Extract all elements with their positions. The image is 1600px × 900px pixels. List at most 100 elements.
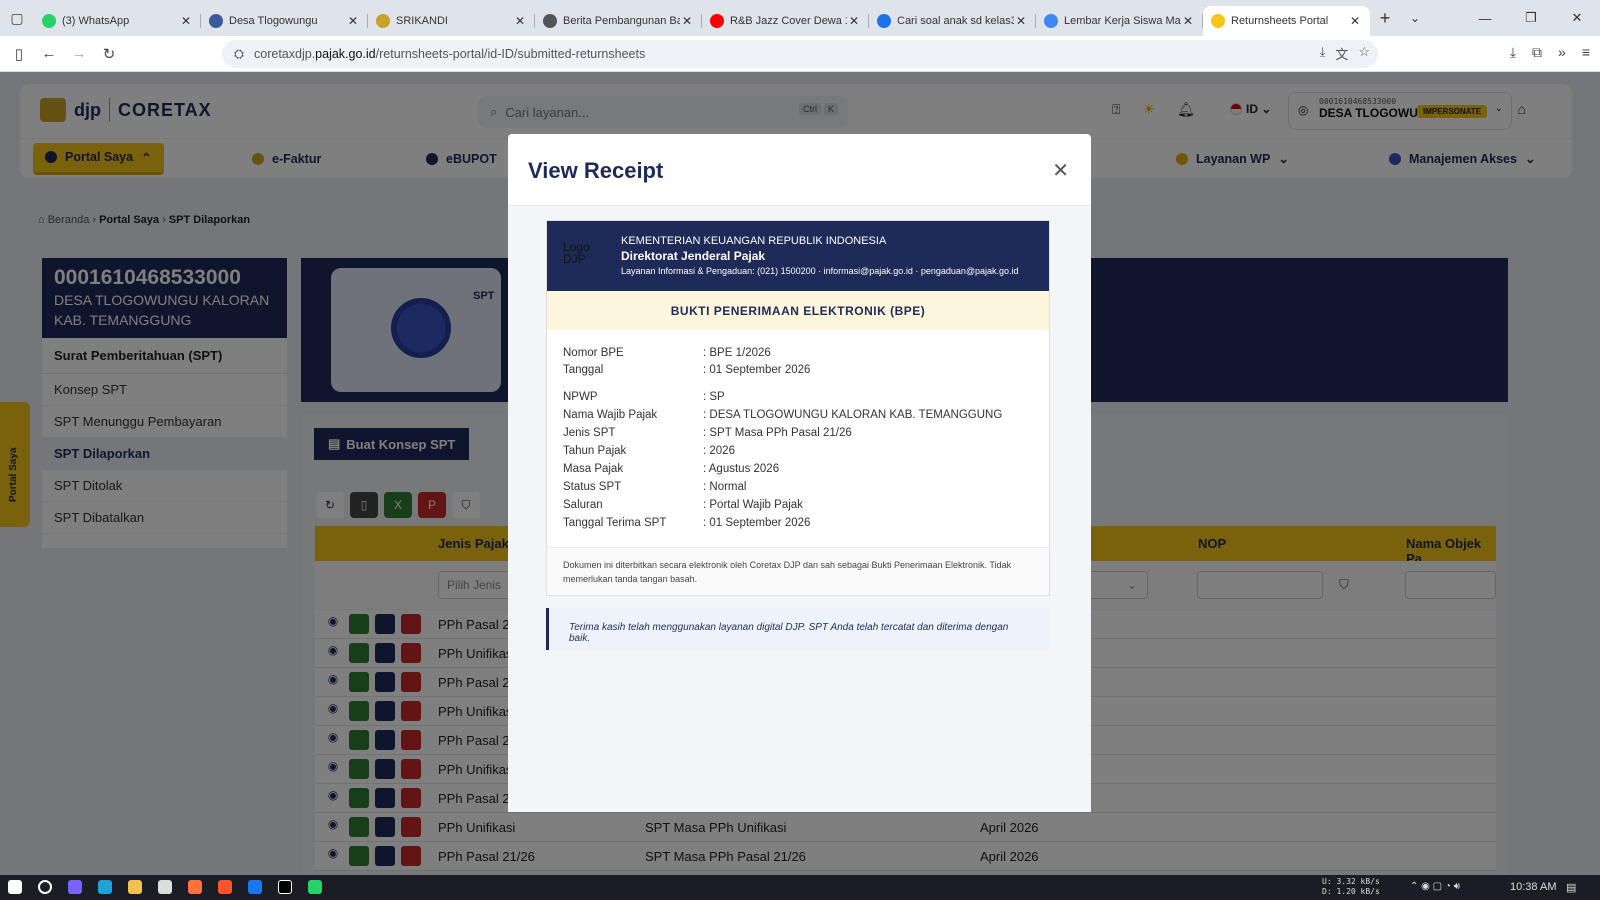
tab-favicon-icon — [710, 14, 724, 28]
address-bar-row: ▯ ← → ↻ ⛭ coretaxdjp. pajak.go.id/returns… — [0, 36, 1600, 72]
ministry-name: KEMENTERIAN KEUANGAN REPUBLIK INDONESIA — [621, 235, 887, 247]
field-value-text: SP — [709, 391, 725, 403]
install-icon[interactable]: ⤓ — [1320, 44, 1326, 63]
copilot-icon[interactable] — [68, 880, 82, 894]
field-value-text: Portal Wajib Pajak — [709, 499, 803, 511]
field-value-text: 01 September 2026 — [709, 517, 811, 529]
file-explorer-icon[interactable] — [128, 880, 142, 894]
reload-icon[interactable]: ↻ — [94, 45, 124, 63]
tab-close-icon[interactable]: ✕ — [1348, 14, 1362, 28]
bookmark-star-icon[interactable]: ☆ — [1358, 44, 1370, 63]
network-speed: U: 3.32 kB/s D: 1.20 kB/s — [1322, 877, 1380, 897]
field-value: : 2026 — [703, 445, 735, 457]
forward-icon[interactable]: → — [64, 45, 94, 62]
browser-tab-bar: ▢ (3) WhatsApp ✕ Desa Tlogowungu ✕ SRIKANDI ✕… — [0, 0, 1600, 36]
browser-tab[interactable]: SRIKANDI ✕ — [368, 6, 535, 36]
field-value: : 01 September 2026 — [703, 517, 811, 529]
field-value-text: 2026 — [709, 445, 735, 457]
receipt-note: Dokumen ini diterbitkan secara elektroni… — [547, 547, 1049, 595]
field-label: Nama Wajib Pajak — [563, 409, 658, 421]
field-label: Jenis SPT — [563, 427, 616, 439]
sidebar-icon[interactable]: ▯ — [4, 45, 34, 63]
translate-icon[interactable]: 文 — [1335, 44, 1348, 63]
tab-close-icon[interactable]: ✕ — [847, 14, 861, 28]
receipt-card: Logo DJP KEMENTERIAN KEUANGAN REPUBLIK I… — [546, 220, 1050, 596]
whatsapp-icon[interactable] — [308, 880, 322, 894]
tab-close-icon[interactable]: ✕ — [1181, 14, 1195, 28]
field-label: Tanggal — [563, 364, 604, 376]
field-value: : SP — [703, 391, 725, 403]
tray-icons[interactable]: ⌃ ◉ ▢ ◔ 🔊︎ — [1410, 881, 1460, 892]
downloads-icon[interactable]: ⤓ — [1510, 44, 1516, 61]
close-icon[interactable]: ✕ — [1052, 158, 1069, 183]
browser-tab[interactable]: R&B Jazz Cover Dewa 19 ✕ — [702, 6, 869, 36]
net-down: D: 1.20 kB/s — [1322, 887, 1380, 896]
tab-favicon-icon — [1211, 14, 1225, 28]
firefox-icon[interactable] — [188, 880, 202, 894]
search-icon[interactable] — [38, 880, 52, 894]
tab-title: R&B Jazz Cover Dewa 19 — [730, 15, 847, 27]
field-value-text: Normal — [709, 481, 747, 493]
windows-start-icon[interactable] — [8, 880, 22, 894]
tab-title: SRIKANDI — [396, 15, 448, 27]
edge-icon[interactable] — [98, 880, 112, 894]
contact-info: Layanan Informasi & Pengaduan: (021) 150… — [621, 266, 1019, 276]
tab-search-button[interactable]: ⌄ — [1400, 11, 1430, 25]
browser-tab[interactable]: Lembar Kerja Siswa Matem✕ — [1036, 6, 1203, 36]
clock[interactable]: 10:38 AM — [1510, 881, 1556, 893]
field-value: : Agustus 2026 — [703, 463, 780, 475]
window-controls: — ❐ ✕ — [1462, 0, 1600, 36]
field-label: Nomor BPE — [563, 347, 624, 359]
tab-favicon-icon — [543, 14, 557, 28]
field-label: NPWP — [563, 391, 598, 403]
more-tools-icon[interactable]: » — [1558, 44, 1566, 61]
tab-title: Desa Tlogowungu — [229, 15, 318, 27]
browser-tab[interactable]: Cari soal anak sd kelas3 - C✕ — [869, 6, 1036, 36]
tab-title: Returnsheets Portal — [1231, 15, 1329, 27]
directorate-name: Direktorat Jenderal Pajak — [621, 249, 766, 263]
tab-close-icon[interactable]: ✕ — [513, 14, 527, 28]
tab-close-icon[interactable]: ✕ — [179, 14, 193, 28]
browser-tab[interactable]: Returnsheets Portal ✕ — [1203, 6, 1370, 36]
tab-favicon-icon — [1044, 14, 1058, 28]
field-value-text: BPE 1/2026 — [709, 347, 771, 359]
tab-close-icon[interactable]: ✕ — [680, 14, 694, 28]
browser-tab[interactable]: Desa Tlogowungu ✕ — [201, 6, 368, 36]
tab-favicon-icon — [376, 14, 390, 28]
tab-favicon-icon — [209, 14, 223, 28]
tab-title: Berita Pembangunan Bak Air — [563, 15, 680, 27]
browser-tab[interactable]: (3) WhatsApp ✕ — [34, 6, 201, 36]
tab-favicon-icon — [877, 14, 891, 28]
tab-close-icon[interactable]: ✕ — [1014, 14, 1028, 28]
facebook-icon[interactable] — [248, 880, 262, 894]
store-icon[interactable] — [158, 880, 172, 894]
extensions-icon[interactable]: ⧉ — [1532, 44, 1542, 61]
url-prefix: coretaxdjp. — [254, 47, 316, 61]
url-path: /returnsheets-portal/id-ID/submitted-ret… — [375, 47, 646, 61]
field-value-text: DESA TLOGOWUNGU KALORAN KAB. TEMANGGUNG — [709, 409, 1003, 421]
field-label: Saluran — [563, 499, 603, 511]
restore-icon[interactable]: ❐ — [1508, 0, 1554, 36]
tab-title: Cari soal anak sd kelas3 - C — [897, 15, 1014, 27]
view-receipt-modal: View Receipt ✕ Logo DJP KEMENTERIAN KEUA… — [508, 134, 1091, 812]
field-label: Status SPT — [563, 481, 622, 493]
url-field[interactable]: ⛭ coretaxdjp. pajak.go.id/returnsheets-po… — [222, 40, 1378, 68]
brave-icon[interactable] — [218, 880, 232, 894]
back-icon[interactable]: ← — [34, 45, 64, 62]
site-info-icon[interactable]: ⛭ — [234, 47, 244, 62]
field-value: : 01 September 2026 — [703, 364, 811, 376]
url-domain: pajak.go.id — [315, 47, 376, 61]
field-value: : SPT Masa PPh Pasal 21/26 — [703, 427, 852, 439]
tab-actions-icon[interactable]: ▢ — [0, 0, 34, 36]
tab-title: Lembar Kerja Siswa Matem — [1064, 15, 1181, 27]
field-value: : Normal — [703, 481, 747, 493]
minimize-icon[interactable]: — — [1462, 0, 1508, 36]
new-tab-button[interactable]: + — [1370, 8, 1400, 29]
tiktok-icon[interactable] — [278, 880, 292, 894]
tab-close-icon[interactable]: ✕ — [346, 14, 360, 28]
field-value-text: SPT Masa PPh Pasal 21/26 — [709, 427, 852, 439]
browser-tab[interactable]: Berita Pembangunan Bak Air✕ — [535, 6, 702, 36]
close-window-icon[interactable]: ✕ — [1554, 0, 1600, 36]
menu-icon[interactable]: ≡ — [1582, 44, 1590, 61]
notification-icon[interactable]: ▤ — [1566, 881, 1576, 894]
